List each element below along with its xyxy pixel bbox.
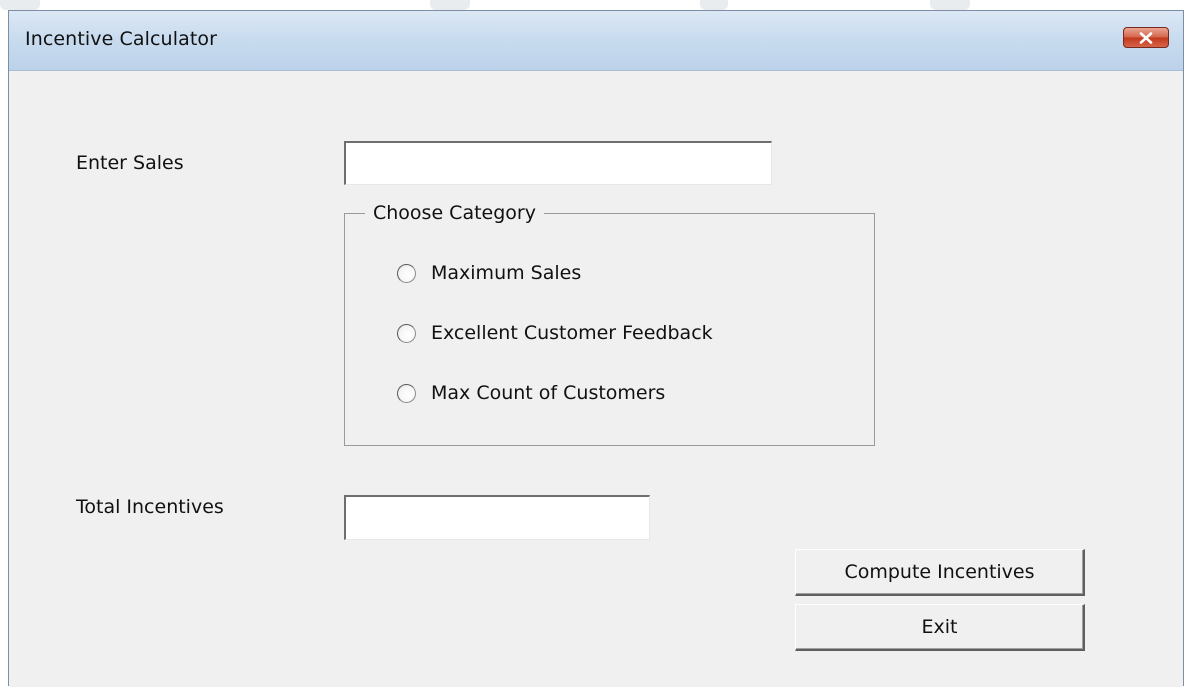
radio-button[interactable] (397, 263, 416, 283)
radio-label: Excellent Customer Feedback (431, 322, 713, 344)
close-button[interactable] (1123, 27, 1169, 48)
window-title: Incentive Calculator (25, 28, 218, 50)
radio-option-maximum-sales[interactable]: Maximum Sales (397, 260, 581, 286)
title-bar[interactable]: Incentive Calculator (9, 11, 1183, 71)
radio-button[interactable] (397, 323, 416, 343)
bleed-mark (930, 0, 970, 10)
category-group: Choose Category Maximum Sales Excellent … (344, 202, 875, 446)
compute-incentives-button[interactable]: Compute Incentives (795, 549, 1085, 596)
dialog-body: Enter Sales Choose Category Maximum Sale… (9, 71, 1183, 687)
bleed-mark (0, 0, 40, 10)
radio-option-excellent-customer-feedback[interactable]: Excellent Customer Feedback (397, 320, 713, 346)
total-incentives-label: Total Incentives (76, 496, 224, 518)
sales-input[interactable] (344, 141, 772, 185)
radio-button[interactable] (397, 383, 416, 403)
total-incentives-field[interactable] (344, 495, 650, 540)
group-caption: Choose Category (365, 202, 544, 224)
radio-option-max-count-customers[interactable]: Max Count of Customers (397, 380, 665, 406)
enter-sales-label: Enter Sales (76, 152, 184, 174)
bleed-mark (430, 0, 470, 10)
close-icon (1139, 31, 1153, 44)
radio-label: Max Count of Customers (431, 382, 666, 404)
exit-button[interactable]: Exit (795, 604, 1085, 651)
radio-label: Maximum Sales (431, 262, 582, 284)
bleed-mark (700, 0, 728, 10)
dialog-window: Incentive Calculator Enter Sales Choose … (8, 10, 1184, 687)
